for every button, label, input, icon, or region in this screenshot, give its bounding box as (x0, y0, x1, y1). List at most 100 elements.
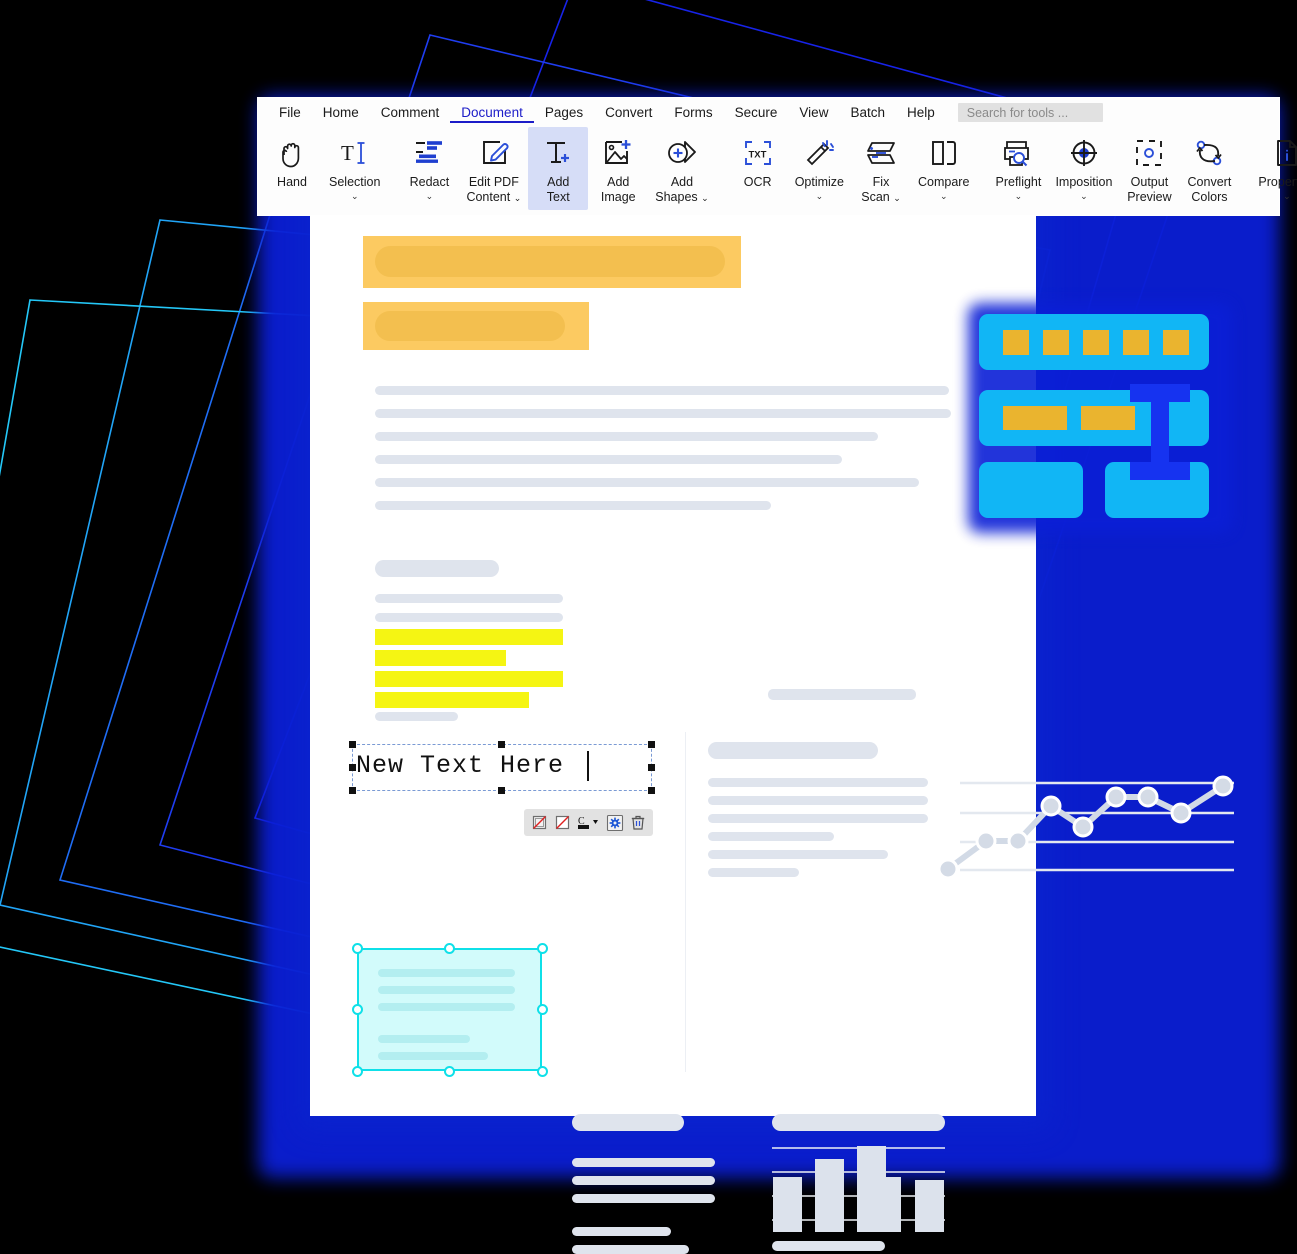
font-color-icon[interactable]: C (576, 813, 602, 832)
ribbon-group-navigation: Hand T Selection ⌄ (262, 127, 387, 205)
no-stroke-icon[interactable] (553, 813, 572, 832)
text-handle-w[interactable] (349, 764, 356, 771)
tool-add-shapes[interactable]: Add Shapes ⌄ (648, 127, 715, 205)
ribbon-tool-strip: Hand T Selection ⌄ Redact ⌄ Edit PDF Con… (258, 127, 1297, 213)
shape-text-line (378, 1035, 470, 1043)
doc-info-icon (1271, 131, 1297, 175)
tool-properties[interactable]: Properties ⌄ (1251, 127, 1297, 202)
menu-item-help[interactable]: Help (896, 102, 946, 123)
menu-item-convert[interactable]: Convert (594, 102, 663, 123)
menu-item-secure[interactable]: Secure (724, 102, 789, 123)
tool-fix-scan[interactable]: Fix Scan ⌄ (851, 127, 911, 205)
tool-add-image[interactable]: Add Image (588, 127, 648, 204)
shape-handle-ne[interactable] (537, 943, 548, 954)
shape-handle-e[interactable] (537, 1004, 548, 1015)
shape-handle-se[interactable] (537, 1066, 548, 1077)
yellow-highlight (375, 671, 563, 687)
menu-item-comment[interactable]: Comment (370, 102, 451, 123)
tool-output-preview-line1: Output (1130, 175, 1169, 189)
chevron-down-icon[interactable]: ⌄ (701, 193, 709, 203)
chevron-down-icon[interactable]: ⌄ (1080, 190, 1088, 202)
bar-chart (772, 1146, 945, 1232)
tool-output-preview[interactable]: Output Preview (1119, 127, 1179, 204)
menu-item-pages[interactable]: Pages (534, 102, 594, 123)
shape-handle-s[interactable] (444, 1066, 455, 1077)
no-fill-icon[interactable] (530, 813, 549, 832)
shape-handle-nw[interactable] (352, 943, 363, 954)
chevron-down-icon[interactable]: ⌄ (426, 190, 434, 202)
tool-imposition[interactable]: Imposition ⌄ (1048, 127, 1119, 202)
chart-caption (772, 1241, 885, 1251)
text-caret (587, 751, 589, 781)
ribbon-group-edit: Redact ⌄ Edit PDF Content ⌄ Add Text Add… (399, 127, 715, 210)
text-edit-box[interactable]: New Text Here (352, 744, 652, 791)
ribbon-group-properties: Properties ⌄ (1251, 127, 1297, 205)
tool-optimize-label: Optimize (794, 175, 845, 189)
selected-shape[interactable] (357, 948, 542, 1071)
imposition-icon (1068, 131, 1100, 175)
yellow-highlight (375, 650, 506, 666)
shape-handle-sw[interactable] (352, 1066, 363, 1077)
menu-item-batch[interactable]: Batch (839, 102, 896, 123)
text-line (572, 1227, 671, 1236)
tool-edit-pdf-content[interactable]: Edit PDF Content ⌄ (459, 127, 528, 205)
text-object-mini-toolbar[interactable]: C (524, 809, 653, 836)
search-input[interactable]: Search for tools ... (957, 103, 1103, 122)
tool-fix-scan-line1: Fix (872, 175, 890, 189)
tool-convert-colors-line2: Colors (1191, 189, 1228, 204)
menu-item-document[interactable]: Document (450, 102, 534, 123)
add-shapes-icon (665, 131, 699, 175)
tool-add-image-line1: Add (607, 175, 630, 189)
chevron-down-icon[interactable]: ⌄ (893, 193, 901, 203)
column-divider (685, 732, 686, 1072)
gear-icon[interactable] (605, 813, 624, 832)
text-line (375, 613, 563, 622)
ribbon-group-prepress: Preflight ⌄ Imposition ⌄ Output Preview … (988, 127, 1239, 205)
text-handle-sw[interactable] (349, 787, 356, 794)
text-handle-se[interactable] (648, 787, 655, 794)
tool-optimize[interactable]: Optimize ⌄ (788, 127, 851, 202)
chevron-down-icon[interactable]: ⌄ (1283, 190, 1291, 202)
text-handle-nw[interactable] (349, 741, 356, 748)
chevron-down-icon[interactable]: ⌄ (940, 190, 948, 202)
tool-compare-label: Compare (918, 175, 970, 189)
text-handle-ne[interactable] (648, 741, 655, 748)
tool-convert-colors[interactable]: Convert Colors (1179, 127, 1239, 204)
tool-redact[interactable]: Redact ⌄ (399, 127, 459, 202)
chevron-down-icon[interactable]: ⌄ (816, 190, 824, 202)
tool-hand[interactable]: Hand (262, 127, 322, 190)
menu-item-view[interactable]: View (788, 102, 839, 123)
text-line (375, 501, 771, 510)
tool-selection[interactable]: T Selection ⌄ (322, 127, 387, 202)
text-line (708, 814, 928, 823)
tool-properties-label: Properties (1258, 175, 1297, 189)
chevron-down-icon[interactable]: ⌄ (514, 193, 522, 203)
menu-item-forms[interactable]: Forms (663, 102, 723, 123)
text-line (375, 432, 878, 441)
text-handle-e[interactable] (648, 764, 655, 771)
redact-icon (413, 131, 445, 175)
tool-add-text[interactable]: Add Text (528, 127, 589, 210)
chevron-down-icon[interactable]: ⌄ (351, 190, 359, 202)
trash-icon[interactable] (628, 813, 647, 832)
tool-add-shapes-line1: Add (670, 175, 694, 189)
tool-ocr-label: OCR (743, 175, 772, 189)
tool-selection-label: Selection (329, 175, 381, 189)
text-line (708, 796, 928, 805)
text-handle-s[interactable] (498, 787, 505, 794)
text-line (572, 1176, 715, 1185)
text-tool-decoration-icon (979, 314, 1209, 518)
orange-highlight-2-bar (375, 311, 565, 341)
menu-item-file[interactable]: File (268, 102, 312, 123)
tool-preflight[interactable]: Preflight ⌄ (988, 127, 1048, 202)
menu-bar: File Home Comment Document Pages Convert… (258, 98, 1279, 127)
menu-item-home[interactable]: Home (312, 102, 370, 123)
add-image-icon (602, 131, 634, 175)
shape-handle-w[interactable] (352, 1004, 363, 1015)
text-handle-n[interactable] (498, 741, 505, 748)
tool-compare[interactable]: Compare ⌄ (911, 127, 976, 202)
add-text-icon (542, 131, 574, 175)
tool-ocr[interactable]: TXT OCR (728, 127, 788, 190)
chevron-down-icon[interactable]: ⌄ (1015, 190, 1023, 202)
shape-handle-n[interactable] (444, 943, 455, 954)
